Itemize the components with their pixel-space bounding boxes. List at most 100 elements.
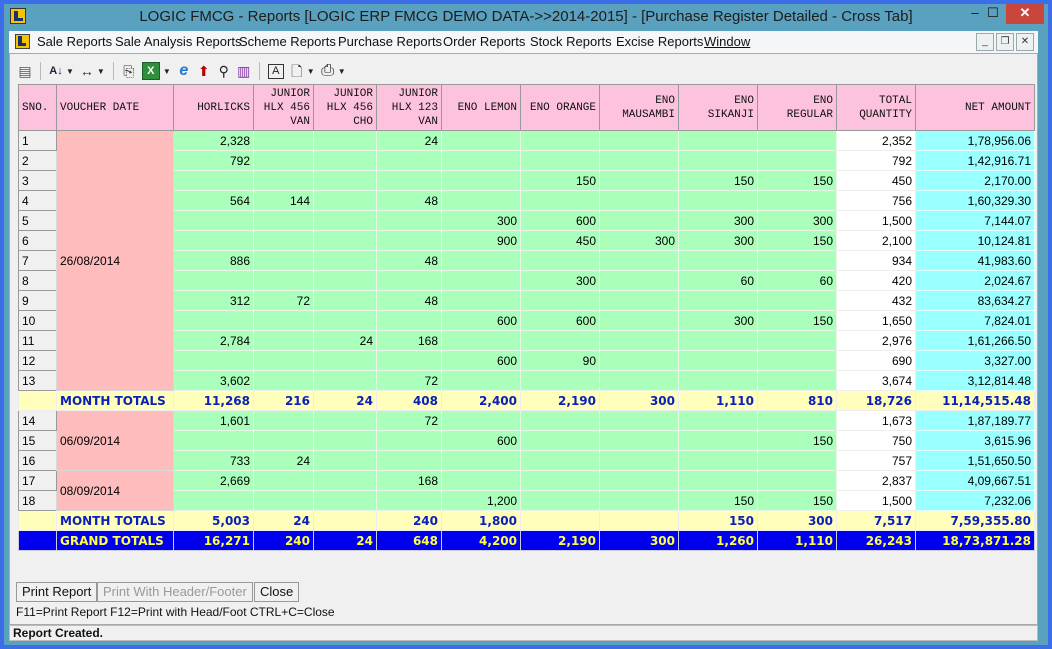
column-header[interactable]: TOTAL QUANTITY [836, 84, 916, 131]
column-width-dropdown-icon[interactable]: ▼ [97, 67, 105, 76]
quantity-cell[interactable] [599, 290, 679, 311]
column-header[interactable]: VOUCHER DATE [56, 84, 174, 131]
quantity-cell[interactable] [253, 330, 314, 351]
net-amount-cell[interactable]: 1,78,956.06 [915, 130, 1035, 151]
sno-cell[interactable]: 16 [18, 450, 57, 471]
quantity-cell[interactable] [757, 150, 837, 171]
quantity-cell[interactable]: 300 [520, 270, 600, 291]
quantity-cell[interactable]: 300 [599, 230, 679, 251]
sno-cell[interactable]: 12 [18, 350, 57, 371]
sno-cell[interactable]: 17 [18, 470, 57, 491]
chart-icon[interactable]: ▥ [237, 62, 251, 80]
sno-cell[interactable]: 13 [18, 370, 57, 391]
quantity-cell[interactable]: 2,784 [173, 330, 254, 351]
total-quantity-cell[interactable]: 756 [836, 190, 916, 211]
net-amount-cell[interactable]: 7,144.07 [915, 210, 1035, 231]
total-quantity-cell[interactable]: 2,100 [836, 230, 916, 251]
menu-sale-analysis-reports[interactable]: Sale Analysis Reports [115, 34, 241, 49]
total-quantity-cell[interactable]: 1,650 [836, 310, 916, 331]
total-quantity-cell[interactable]: 2,352 [836, 130, 916, 151]
quantity-cell[interactable] [757, 250, 837, 271]
quantity-cell[interactable] [313, 230, 377, 251]
quantity-cell[interactable]: 900 [441, 230, 521, 251]
quantity-cell[interactable] [678, 350, 758, 371]
quantity-cell[interactable] [313, 210, 377, 231]
find-binoculars-icon[interactable]: ⚲ [217, 62, 231, 80]
quantity-cell[interactable] [253, 250, 314, 271]
sort-az-icon[interactable]: A↓ [49, 62, 63, 80]
print-report-button[interactable]: Print Report [16, 582, 98, 602]
quantity-cell[interactable] [678, 150, 758, 171]
quantity-cell[interactable] [313, 310, 377, 331]
column-header[interactable]: ENO LEMON [441, 84, 521, 131]
quantity-cell[interactable]: 792 [173, 150, 254, 171]
quantity-cell[interactable]: 600 [441, 310, 521, 331]
net-amount-cell[interactable]: 1,87,189.77 [915, 410, 1035, 431]
quantity-cell[interactable] [173, 170, 254, 191]
quantity-cell[interactable] [678, 450, 758, 471]
quantity-cell[interactable] [520, 250, 600, 271]
sno-cell[interactable]: 2 [18, 150, 57, 171]
quantity-cell[interactable]: 48 [376, 250, 442, 271]
total-quantity-cell[interactable]: 2,837 [836, 470, 916, 491]
quantity-cell[interactable]: 300 [441, 210, 521, 231]
quantity-cell[interactable] [376, 450, 442, 471]
quantity-cell[interactable] [253, 170, 314, 191]
quantity-cell[interactable] [173, 310, 254, 331]
quantity-cell[interactable]: 600 [441, 430, 521, 451]
total-quantity-cell[interactable]: 934 [836, 250, 916, 271]
quantity-cell[interactable] [441, 150, 521, 171]
column-header[interactable]: JUNIOR HLX 456 VAN [253, 84, 314, 131]
quantity-cell[interactable] [678, 130, 758, 151]
quantity-cell[interactable] [313, 190, 377, 211]
quantity-cell[interactable] [313, 170, 377, 191]
quantity-cell[interactable] [599, 430, 679, 451]
net-amount-cell[interactable]: 41,983.60 [915, 250, 1035, 271]
quantity-cell[interactable] [253, 370, 314, 391]
menu-purchase-reports[interactable]: Purchase Reports [338, 34, 442, 49]
column-header[interactable]: ENO REGULAR [757, 84, 837, 131]
voucher-date-cell[interactable]: 06/09/2014 [56, 410, 174, 471]
quantity-cell[interactable] [678, 190, 758, 211]
sno-cell[interactable]: 14 [18, 410, 57, 431]
quantity-cell[interactable]: 48 [376, 290, 442, 311]
voucher-date-cell[interactable]: 26/08/2014 [56, 130, 174, 391]
quantity-cell[interactable] [520, 130, 600, 151]
quantity-cell[interactable] [599, 310, 679, 331]
menu-stock-reports[interactable]: Stock Reports [530, 34, 612, 49]
total-quantity-cell[interactable]: 2,976 [836, 330, 916, 351]
quantity-cell[interactable] [253, 230, 314, 251]
total-quantity-cell[interactable]: 420 [836, 270, 916, 291]
quantity-cell[interactable] [599, 450, 679, 471]
quantity-cell[interactable] [376, 430, 442, 451]
quantity-cell[interactable] [520, 410, 600, 431]
menu-window[interactable]: Window [704, 34, 750, 49]
quantity-cell[interactable] [313, 490, 377, 511]
quantity-cell[interactable]: 600 [520, 310, 600, 331]
printer-icon[interactable]: ⎙ [321, 62, 335, 80]
sno-cell[interactable]: 1 [18, 130, 57, 151]
quantity-cell[interactable]: 168 [376, 330, 442, 351]
quantity-cell[interactable] [599, 470, 679, 491]
quantity-cell[interactable] [441, 410, 521, 431]
quantity-cell[interactable] [757, 190, 837, 211]
quantity-cell[interactable] [441, 290, 521, 311]
quantity-cell[interactable] [520, 470, 600, 491]
quantity-cell[interactable] [313, 270, 377, 291]
quantity-cell[interactable]: 1,601 [173, 410, 254, 431]
quantity-cell[interactable] [599, 350, 679, 371]
quantity-cell[interactable]: 144 [253, 190, 314, 211]
sno-cell[interactable]: 11 [18, 330, 57, 351]
quantity-cell[interactable] [253, 350, 314, 371]
column-header[interactable]: SNO. [18, 84, 57, 131]
quantity-cell[interactable] [757, 370, 837, 391]
quantity-cell[interactable] [599, 150, 679, 171]
menu-order-reports[interactable]: Order Reports [443, 34, 525, 49]
mdi-close-button[interactable]: ✕ [1016, 33, 1034, 51]
quantity-cell[interactable] [441, 370, 521, 391]
total-quantity-cell[interactable]: 792 [836, 150, 916, 171]
window-icon[interactable]: ▤ [18, 62, 32, 80]
quantity-cell[interactable] [520, 450, 600, 471]
net-amount-cell[interactable]: 3,12,814.48 [915, 370, 1035, 391]
quantity-cell[interactable]: 72 [376, 410, 442, 431]
